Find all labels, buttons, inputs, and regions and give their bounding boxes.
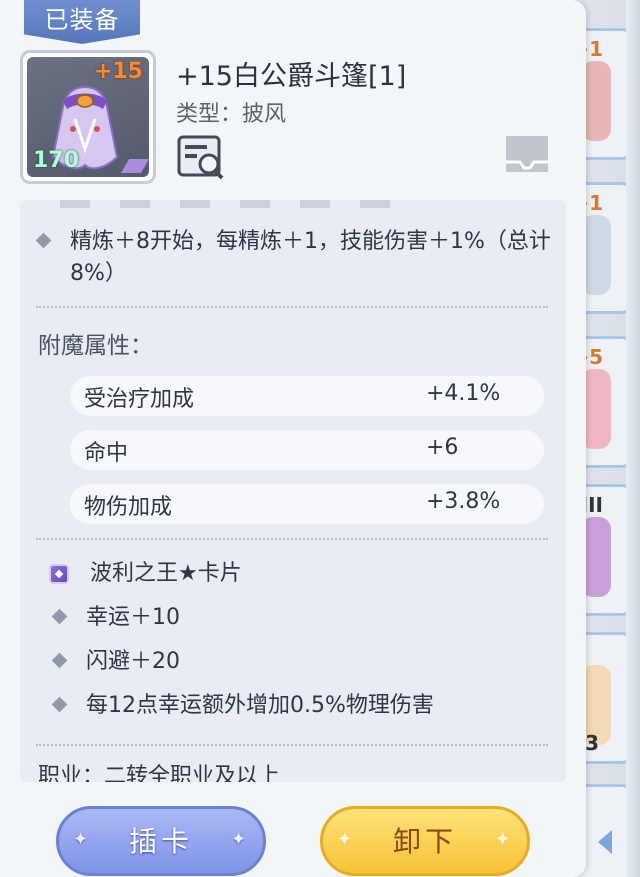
insert-card-button[interactable]: ✦ 插卡 ✦ <box>56 806 266 876</box>
sparkle-icon: ✦ <box>337 829 357 850</box>
storage-tray-button[interactable] <box>500 132 554 180</box>
item-refine-level: +15 <box>93 59 143 84</box>
tray-icon <box>506 136 548 172</box>
unequip-button[interactable]: ✦ 卸下 ✦ <box>320 806 530 876</box>
item-rarity-corner <box>120 159 149 173</box>
insert-card-label: 插卡 <box>128 825 193 858</box>
stat-name: 命中 <box>84 441 129 466</box>
card-effect-line: 每12点幸运额外增加0.5%物理伤害 <box>51 690 434 722</box>
equipped-tab: 已装备 <box>24 0 140 44</box>
sparkle-icon: ✦ <box>73 829 93 850</box>
item-detail-panel: 已装备 +15 170 +15白公爵斗篷[1] 类型：披风 精炼＋8开始，每精炼… <box>0 0 586 877</box>
enchant-stat-row: 受治疗加成 +4.1% <box>70 376 544 416</box>
sparkle-icon: ✦ <box>231 829 251 850</box>
item-type: 类型：披风 <box>176 102 287 127</box>
item-level: 170 <box>33 148 79 173</box>
card-effect-line: 闪避＋20 <box>51 646 180 678</box>
job-requirement: 职业：二转全职业及以上 <box>38 764 281 782</box>
enchant-stat-row: 物伤加成 +3.8% <box>70 484 544 524</box>
scroll-left-arrow-icon[interactable] <box>598 830 612 854</box>
stat-value: +4.1% <box>426 381 501 406</box>
item-icon: +15 170 <box>27 57 149 177</box>
inspect-button[interactable] <box>176 134 226 182</box>
stat-name: 物伤加成 <box>84 495 173 520</box>
inspect-icon <box>177 135 224 180</box>
unequip-label: 卸下 <box>392 825 457 858</box>
card-effect-text: 闪避＋20 <box>86 649 180 674</box>
inventory-edge <box>626 0 640 877</box>
stat-value: +3.8% <box>426 489 501 514</box>
clipped-text-line <box>60 200 420 208</box>
card-name: 波利之王★卡片 <box>90 561 242 586</box>
stat-value: +6 <box>426 435 459 460</box>
item-name: +15白公爵斗篷[1] <box>176 61 407 92</box>
sparkle-icon: ✦ <box>495 829 515 850</box>
item-details-scroll[interactable]: 精炼＋8开始，每精炼＋1，技能伤害＋1%（总计8%） 附魔属性： 受治疗加成 +… <box>20 200 566 782</box>
divider <box>36 306 548 308</box>
divider <box>36 744 548 746</box>
divider <box>36 538 548 540</box>
refine-effect-text: 精炼＋8开始，每精炼＋1，技能伤害＋1%（总计8%） <box>70 229 551 286</box>
item-icon-frame: +15 170 <box>20 50 156 184</box>
card-effect-line: 幸运＋10 <box>51 602 180 634</box>
card-effect-text: 每12点幸运额外增加0.5%物理伤害 <box>86 693 434 718</box>
stat-name: 受治疗加成 <box>84 387 195 412</box>
refine-effect-line: 精炼＋8开始，每精炼＋1，技能伤害＋1%（总计8%） <box>35 226 558 290</box>
enchant-title: 附魔属性： <box>38 333 153 359</box>
card-name-line: 波利之王★卡片 <box>58 558 242 590</box>
item-count-badge: 3 <box>585 731 599 755</box>
enchant-stat-row: 命中 +6 <box>70 430 544 470</box>
card-effect-text: 幸运＋10 <box>86 605 180 630</box>
